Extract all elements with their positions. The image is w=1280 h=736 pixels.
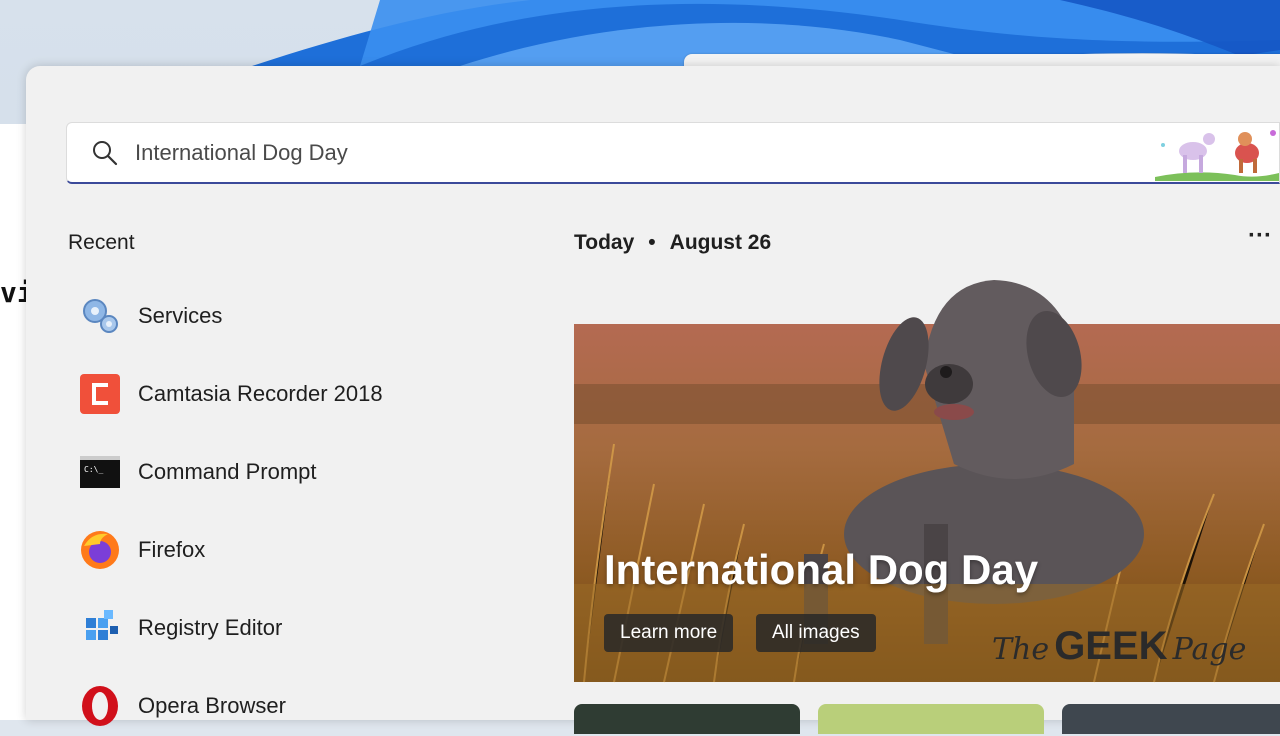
firefox-icon xyxy=(78,528,122,572)
thumbnail-2[interactable] xyxy=(818,704,1044,734)
recent-item-label: Camtasia Recorder 2018 xyxy=(138,381,383,406)
background-window xyxy=(0,124,29,720)
recent-item-label: Command Prompt xyxy=(138,459,317,484)
command-prompt-icon: C:\_ xyxy=(78,450,122,494)
opera-icon xyxy=(78,684,122,728)
recent-item-opera[interactable]: Opera Browser xyxy=(78,676,518,736)
recent-item-label: Registry Editor xyxy=(138,615,283,640)
watermark-the: The xyxy=(992,632,1050,667)
dog-illustration-icon xyxy=(1155,130,1279,181)
today-date: August 26 xyxy=(669,231,772,254)
hero-card[interactable]: International Dog Day Learn more All ima… xyxy=(574,280,1280,683)
registry-editor-icon xyxy=(78,606,122,650)
thumbnail-1[interactable] xyxy=(574,704,800,734)
separator-dot: • xyxy=(648,231,656,254)
today-label: Today xyxy=(574,231,635,254)
more-options-button[interactable]: ··· xyxy=(1244,224,1276,258)
search-panel: Recent Services Camtasia Recorder 2018 xyxy=(26,66,1280,734)
all-images-button[interactable]: All images xyxy=(756,614,876,652)
camtasia-icon xyxy=(78,372,122,416)
recent-item-label: Firefox xyxy=(138,537,206,562)
search-icon xyxy=(93,141,118,166)
recent-item-registry-editor[interactable]: Registry Editor xyxy=(78,598,518,658)
watermark-page: Page xyxy=(1172,632,1247,667)
recent-item-camtasia[interactable]: Camtasia Recorder 2018 xyxy=(78,364,518,424)
watermark-geek: GEEK xyxy=(1054,624,1168,668)
recent-item-command-prompt[interactable]: C:\_ Command Prompt xyxy=(78,442,518,502)
today-header: Today • August 26 xyxy=(574,231,771,255)
watermark-logo: The GEEK Page xyxy=(992,624,1246,669)
hero-title: International Dog Day xyxy=(604,546,1039,593)
svg-text:C:\_: C:\_ xyxy=(84,465,103,474)
recent-item-services[interactable]: Services xyxy=(78,286,518,346)
learn-more-button[interactable]: Learn more xyxy=(604,614,734,652)
thumbnail-row xyxy=(574,704,1280,734)
search-bar[interactable] xyxy=(66,122,1280,184)
thumbnail-3[interactable] xyxy=(1062,704,1280,734)
recent-item-firefox[interactable]: Firefox xyxy=(78,520,518,580)
services-gear-icon xyxy=(78,294,122,338)
recent-section-title: Recent xyxy=(68,231,135,254)
search-input[interactable] xyxy=(135,135,1035,171)
recent-item-label: Opera Browser xyxy=(138,693,286,718)
recent-item-label: Services xyxy=(138,303,223,328)
